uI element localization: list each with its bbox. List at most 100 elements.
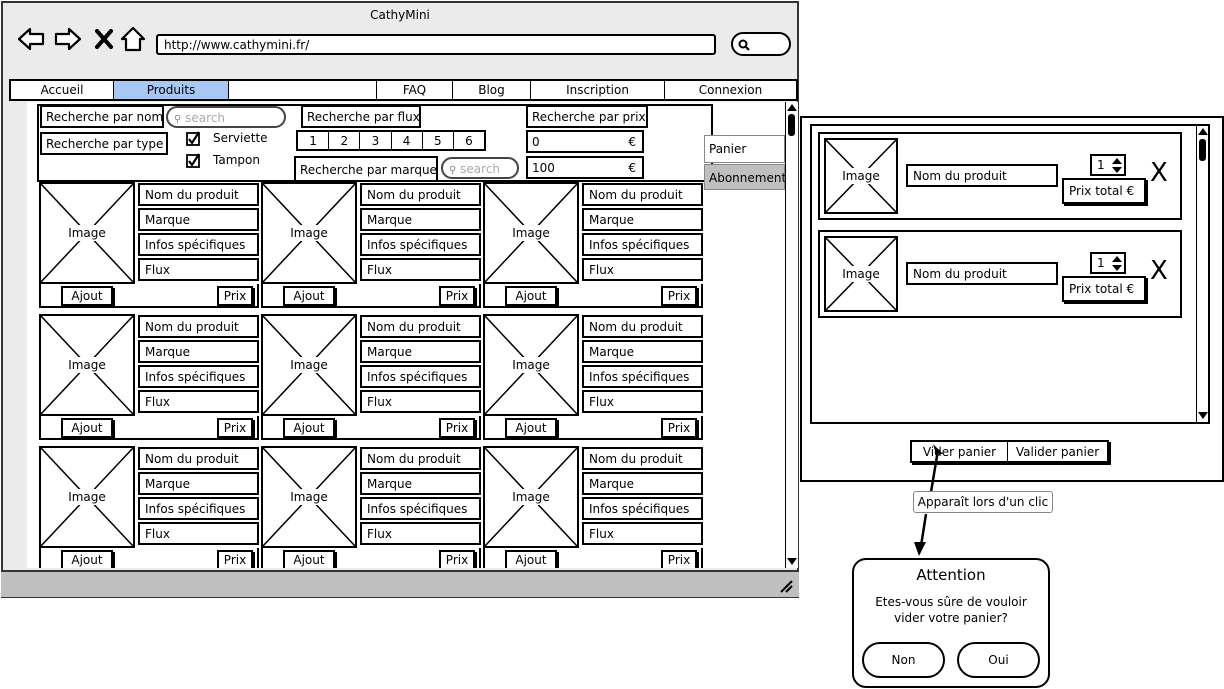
filter-by-price-label: Recherche par prix [526, 105, 648, 128]
type-option-tampon: Tampon [213, 153, 260, 167]
product-brand-field: Marque [582, 472, 703, 495]
add-to-cart-button[interactable]: Ajout [283, 550, 335, 568]
product-image: Image [39, 314, 135, 416]
remove-item-button[interactable]: X [1150, 160, 1168, 186]
flux-level-1[interactable]: 1 [298, 132, 330, 149]
product-brand-field: Marque [582, 208, 703, 231]
nav-produits[interactable]: Produits [114, 81, 229, 99]
scroll-down-icon[interactable] [787, 558, 797, 565]
nav-faq[interactable]: FAQ [377, 81, 453, 99]
price-button[interactable]: Prix [439, 286, 475, 306]
product-flux-field: Flux [360, 390, 481, 413]
cart-item-image: Image [824, 236, 898, 312]
dialog-no-button[interactable]: Non [862, 642, 945, 678]
cart-item-total: Prix total € [1062, 276, 1146, 302]
brand-search-input[interactable]: ⚲ search [441, 157, 519, 179]
product-image: Image [261, 314, 357, 416]
quantity-stepper[interactable]: 1 [1090, 154, 1126, 176]
scroll-up-icon[interactable] [787, 104, 797, 111]
add-to-cart-button[interactable]: Ajout [505, 286, 557, 306]
image-placeholder-label: Image [66, 357, 108, 373]
product-image: Image [483, 314, 579, 416]
vertical-scrollbar[interactable] [785, 102, 798, 568]
image-placeholder-label: Image [510, 489, 552, 505]
browser-search-field[interactable] [731, 32, 791, 56]
nav-inscription[interactable]: Inscription [531, 81, 665, 99]
add-to-cart-button[interactable]: Ajout [283, 418, 335, 438]
nav-accueil[interactable]: Accueil [11, 81, 114, 99]
filter-by-type-label: Recherche par type [40, 132, 168, 155]
product-brand-field: Marque [360, 472, 481, 495]
product-brand-field: Marque [138, 340, 259, 363]
product-card: Image Nom du produit Marque Infos spécifiqu… [37, 444, 259, 568]
flux-level-4[interactable]: 4 [392, 132, 423, 149]
price-button[interactable]: Prix [439, 418, 475, 438]
price-button[interactable]: Prix [217, 550, 253, 568]
name-search-input[interactable]: ⚲ search [166, 106, 286, 128]
forward-arrow-icon[interactable] [54, 25, 82, 53]
remove-item-button[interactable]: X [1150, 258, 1168, 284]
product-flux-field: Flux [138, 258, 259, 281]
products-content: Recherche par nom ⚲ search Recherche par… [27, 102, 785, 568]
home-icon[interactable] [119, 25, 147, 53]
product-name-field: Nom du produit [138, 315, 259, 338]
price-button[interactable]: Prix [217, 286, 253, 306]
search-icon [738, 39, 750, 51]
scroll-thumb[interactable] [1199, 139, 1206, 161]
nav-blog[interactable]: Blog [453, 81, 531, 99]
add-to-cart-button[interactable]: Ajout [61, 550, 113, 568]
image-placeholder-label: Image [66, 225, 108, 241]
product-name-field: Nom du produit [360, 447, 481, 470]
product-brand-field: Marque [582, 340, 703, 363]
price-button[interactable]: Prix [661, 286, 697, 306]
price-button[interactable]: Prix [661, 418, 697, 438]
add-to-cart-button[interactable]: Ajout [283, 286, 335, 306]
close-icon[interactable] [91, 25, 119, 53]
flux-level-3[interactable]: 3 [360, 132, 392, 149]
price-button[interactable]: Prix [439, 550, 475, 568]
main-nav: Accueil Produits FAQ Blog Inscription Co… [9, 79, 798, 101]
price-min-input[interactable]: 0 € [526, 130, 644, 153]
scroll-down-icon[interactable] [1198, 412, 1208, 419]
scroll-thumb[interactable] [788, 114, 795, 136]
cart-items-list: Image Nom du produit 1 Prix total € X Image No… [810, 124, 1210, 424]
product-image: Image [261, 446, 357, 548]
price-button[interactable]: Prix [217, 418, 253, 438]
type-option-serviette: Serviette [213, 131, 268, 145]
image-placeholder-label: Image [66, 489, 108, 505]
checkbox-checked-icon[interactable] [186, 131, 201, 146]
flux-level-2[interactable]: 2 [329, 132, 361, 149]
cart-item: Image Nom du produit 1 Prix total € X [818, 132, 1182, 220]
product-flux-field: Flux [360, 258, 481, 281]
status-bar [1, 570, 799, 597]
price-button[interactable]: Prix [661, 550, 697, 568]
product-image: Image [483, 182, 579, 284]
flux-level-6[interactable]: 6 [454, 132, 484, 149]
add-to-cart-button[interactable]: Ajout [61, 286, 113, 306]
back-arrow-icon[interactable] [17, 25, 45, 53]
resize-grip-icon[interactable] [779, 579, 793, 593]
add-to-cart-button[interactable]: Ajout [61, 418, 113, 438]
validate-cart-button[interactable]: Valider panier [1008, 442, 1107, 461]
tab-panier[interactable]: Panier [704, 135, 785, 163]
quantity-stepper[interactable]: 1 [1090, 252, 1126, 274]
product-flux-field: Flux [138, 522, 259, 545]
price-max-input[interactable]: 100 € [526, 156, 644, 179]
product-name-field: Nom du produit [138, 183, 259, 206]
name-search-placeholder: search [185, 111, 226, 125]
spinner-arrows-icon[interactable] [1111, 157, 1123, 174]
dialog-yes-button[interactable]: Oui [957, 642, 1040, 678]
checkbox-checked-icon[interactable] [186, 153, 201, 168]
url-bar[interactable]: http://www.cathymini.fr/ [156, 34, 716, 55]
tab-abonnement[interactable]: Abonnement [704, 164, 785, 190]
scroll-up-icon[interactable] [1198, 128, 1208, 135]
cart-scrollbar[interactable] [1196, 126, 1208, 422]
add-to-cart-button[interactable]: Ajout [505, 418, 557, 438]
image-placeholder-label: Image [510, 225, 552, 241]
add-to-cart-button[interactable]: Ajout [505, 550, 557, 568]
product-image: Image [261, 182, 357, 284]
spinner-arrows-icon[interactable] [1111, 255, 1123, 272]
price-min-value: 0 [532, 135, 540, 149]
nav-connexion[interactable]: Connexion [665, 81, 796, 99]
flux-level-5[interactable]: 5 [423, 132, 454, 149]
